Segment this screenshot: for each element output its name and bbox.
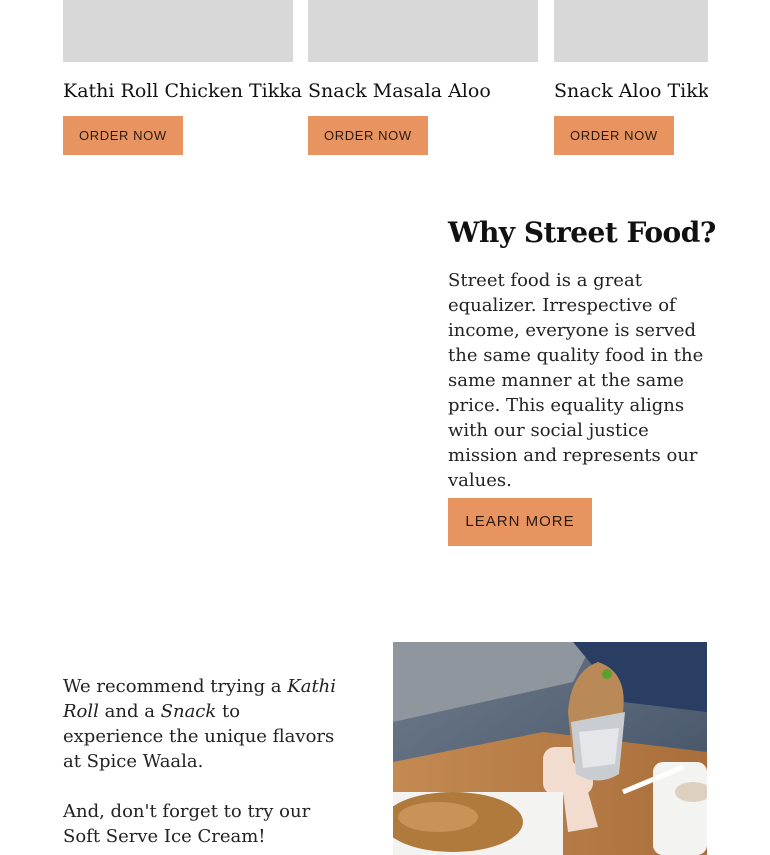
section-heading: Why Street Food? xyxy=(448,216,716,249)
product-image-placeholder[interactable] xyxy=(308,0,538,62)
product-card: Snack Aloo Tikki Ch ORDER NOW xyxy=(554,0,708,155)
ice-cream-reminder: And, don't forget to try our Soft Serve … xyxy=(63,801,311,847)
product-image-placeholder[interactable] xyxy=(554,0,708,62)
snack-emphasis: Snack xyxy=(160,701,217,722)
product-name[interactable]: Kathi Roll Chicken Tikka xyxy=(63,79,302,103)
recommend-text-part: and a xyxy=(98,701,161,722)
order-now-button[interactable]: ORDER NOW xyxy=(554,116,674,155)
order-now-button[interactable]: ORDER NOW xyxy=(63,116,183,155)
recommendation-paragraph: We recommend trying a Kathi Roll and a S… xyxy=(63,674,338,774)
product-card: Kathi Roll Chicken Tikka ORDER NOW xyxy=(63,0,302,155)
product-card: Snack Masala Aloo ORDER NOW xyxy=(308,0,538,155)
kathi-roll-photo-illustration xyxy=(393,642,707,855)
product-image-placeholder[interactable] xyxy=(63,0,293,62)
section-body: Street food is a great equalizer. Irresp… xyxy=(448,270,704,491)
order-now-button[interactable]: ORDER NOW xyxy=(308,116,428,155)
product-name[interactable]: Snack Masala Aloo xyxy=(308,79,538,103)
product-name[interactable]: Snack Aloo Tikki Ch xyxy=(554,79,708,103)
why-street-food-section: Why Street Food? Street food is a great … xyxy=(448,214,718,493)
recommendation-text: We recommend trying a Kathi Roll and a S… xyxy=(63,674,338,849)
product-carousel: Kathi Roll Chicken Tikka ORDER NOW Snack… xyxy=(63,0,708,160)
recommend-text-part: We recommend trying a xyxy=(63,676,288,697)
learn-more-button[interactable]: LEARN MORE xyxy=(448,498,592,546)
kathi-roll-photo xyxy=(393,642,707,855)
